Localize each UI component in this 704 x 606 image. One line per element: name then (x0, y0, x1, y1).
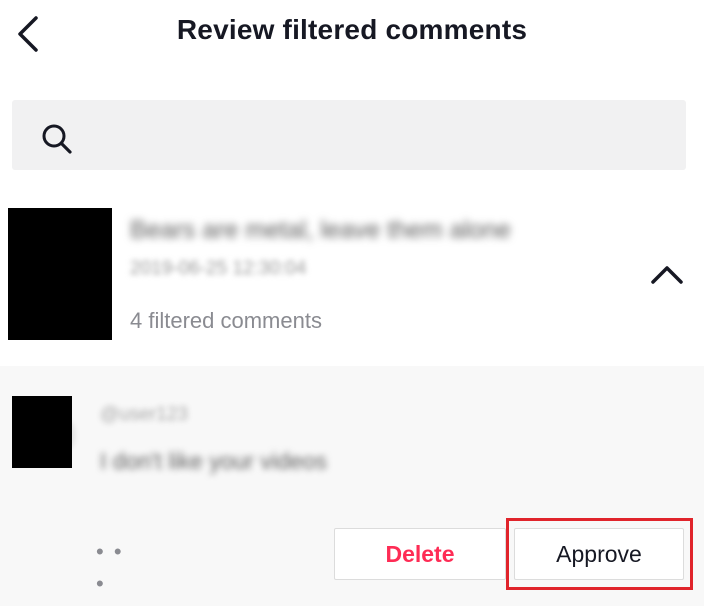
more-options-button[interactable]: • • • (96, 536, 140, 596)
filtered-comment-count: 4 filtered comments (130, 308, 322, 333)
video-date: 2019-06-25 12:30:04 (130, 258, 307, 279)
chevron-up-icon (651, 266, 683, 284)
search-icon (42, 124, 72, 154)
filtered-video-group[interactable]: Bears are metal, leave them alone 2019-0… (0, 200, 704, 350)
video-caption: Bears are metal, leave them alone (130, 216, 511, 244)
commenter-avatar[interactable] (12, 396, 72, 468)
comment-text: I don't like your videos (100, 448, 327, 474)
review-filtered-comments-screen: Review filtered comments Bears are metal… (0, 0, 704, 606)
filtered-comment-item: @user123 I don't like your videos • • • … (0, 366, 704, 606)
search-input[interactable] (88, 114, 672, 158)
header: Review filtered comments (0, 0, 704, 70)
approve-button[interactable]: Approve (514, 528, 684, 580)
commenter-username[interactable]: @user123 (100, 404, 188, 426)
delete-button[interactable]: Delete (334, 528, 506, 580)
page-title: Review filtered comments (176, 14, 528, 45)
collapse-button[interactable] (645, 258, 689, 292)
video-thumbnail (8, 208, 112, 340)
search-bar[interactable] (12, 100, 686, 170)
